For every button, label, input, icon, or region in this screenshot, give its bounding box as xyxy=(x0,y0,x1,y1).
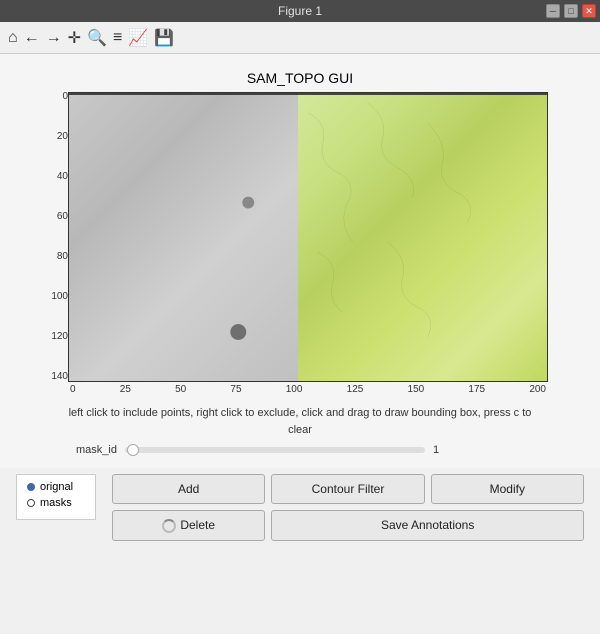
back-icon[interactable]: ← xyxy=(24,29,40,47)
chart-canvas[interactable] xyxy=(68,92,548,382)
delete-spinner-icon xyxy=(162,519,176,533)
bottom-section: orignal masks Add Contour Filter Modify … xyxy=(0,474,600,541)
chart-overlay-svg xyxy=(69,93,547,382)
legend-dot-original xyxy=(27,483,35,491)
mask-label: mask_id xyxy=(76,444,117,456)
save-icon[interactable]: 💾 xyxy=(154,28,174,48)
y-label-120: 120 xyxy=(40,332,68,342)
legend-item-masks: masks xyxy=(27,497,85,509)
y-label-40: 40 xyxy=(40,172,68,182)
x-label-0: 0 xyxy=(70,384,76,395)
x-label-125: 125 xyxy=(347,384,364,395)
y-label-140: 140 xyxy=(40,372,68,382)
x-label-75: 75 xyxy=(230,384,241,395)
x-label-150: 150 xyxy=(408,384,425,395)
legend-label-masks: masks xyxy=(40,497,72,509)
chart-wrapper: 0 25 50 75 100 125 150 175 200 xyxy=(68,92,548,395)
page-title: SAM_TOPO GUI xyxy=(16,70,584,86)
legend-dot-masks xyxy=(27,499,35,507)
forward-icon[interactable]: → xyxy=(46,29,62,47)
legend-box: orignal masks xyxy=(16,474,96,520)
minimize-button[interactable]: ─ xyxy=(546,4,560,18)
mask-value: 1 xyxy=(433,444,439,456)
x-label-200: 200 xyxy=(529,384,546,395)
y-label-20: 20 xyxy=(40,132,68,142)
x-label-100: 100 xyxy=(286,384,303,395)
toolbar: ⌂ ← → ✛ 🔍 ≡ 📈 💾 xyxy=(0,22,600,54)
mask-row: mask_id 1 xyxy=(76,444,584,456)
save-annotations-button[interactable]: Save Annotations xyxy=(271,510,584,541)
x-axis: 0 25 50 75 100 125 150 175 200 xyxy=(68,384,548,395)
window-controls: ─ □ ✕ xyxy=(546,4,596,18)
contour-filter-button[interactable]: Contour Filter xyxy=(271,474,424,504)
chart-icon[interactable]: 📈 xyxy=(128,28,148,48)
y-label-80: 80 xyxy=(40,252,68,262)
main-content: SAM_TOPO GUI 0 20 40 60 80 100 120 140 xyxy=(0,54,600,468)
close-button[interactable]: ✕ xyxy=(582,4,596,18)
x-label-25: 25 xyxy=(120,384,131,395)
legend-item-original: orignal xyxy=(27,481,85,493)
buttons-grid: Add Contour Filter Modify Delete Save An… xyxy=(112,474,584,541)
y-label-0: 0 xyxy=(40,92,68,102)
maximize-button[interactable]: □ xyxy=(564,4,578,18)
x-label-50: 50 xyxy=(175,384,186,395)
mask-slider-thumb xyxy=(127,444,139,456)
x-label-175: 175 xyxy=(468,384,485,395)
move-icon[interactable]: ✛ xyxy=(68,28,81,48)
y-label-100: 100 xyxy=(40,292,68,302)
window-title: Figure 1 xyxy=(278,4,322,18)
configure-icon[interactable]: ≡ xyxy=(113,29,122,47)
zoom-icon[interactable]: 🔍 xyxy=(87,28,107,48)
mask-slider[interactable] xyxy=(125,447,425,453)
delete-button[interactable]: Delete xyxy=(112,510,265,541)
title-bar: Figure 1 ─ □ ✕ xyxy=(0,0,600,22)
y-axis: 0 20 40 60 80 100 120 140 xyxy=(40,92,68,382)
instructions: left click to include points, right clic… xyxy=(60,405,540,438)
legend-label-original: orignal xyxy=(40,481,73,493)
home-icon[interactable]: ⌂ xyxy=(8,29,18,47)
y-label-60: 60 xyxy=(40,212,68,222)
add-button[interactable]: Add xyxy=(112,474,265,504)
chart-area: 0 20 40 60 80 100 120 140 xyxy=(40,92,560,395)
modify-button[interactable]: Modify xyxy=(431,474,584,504)
